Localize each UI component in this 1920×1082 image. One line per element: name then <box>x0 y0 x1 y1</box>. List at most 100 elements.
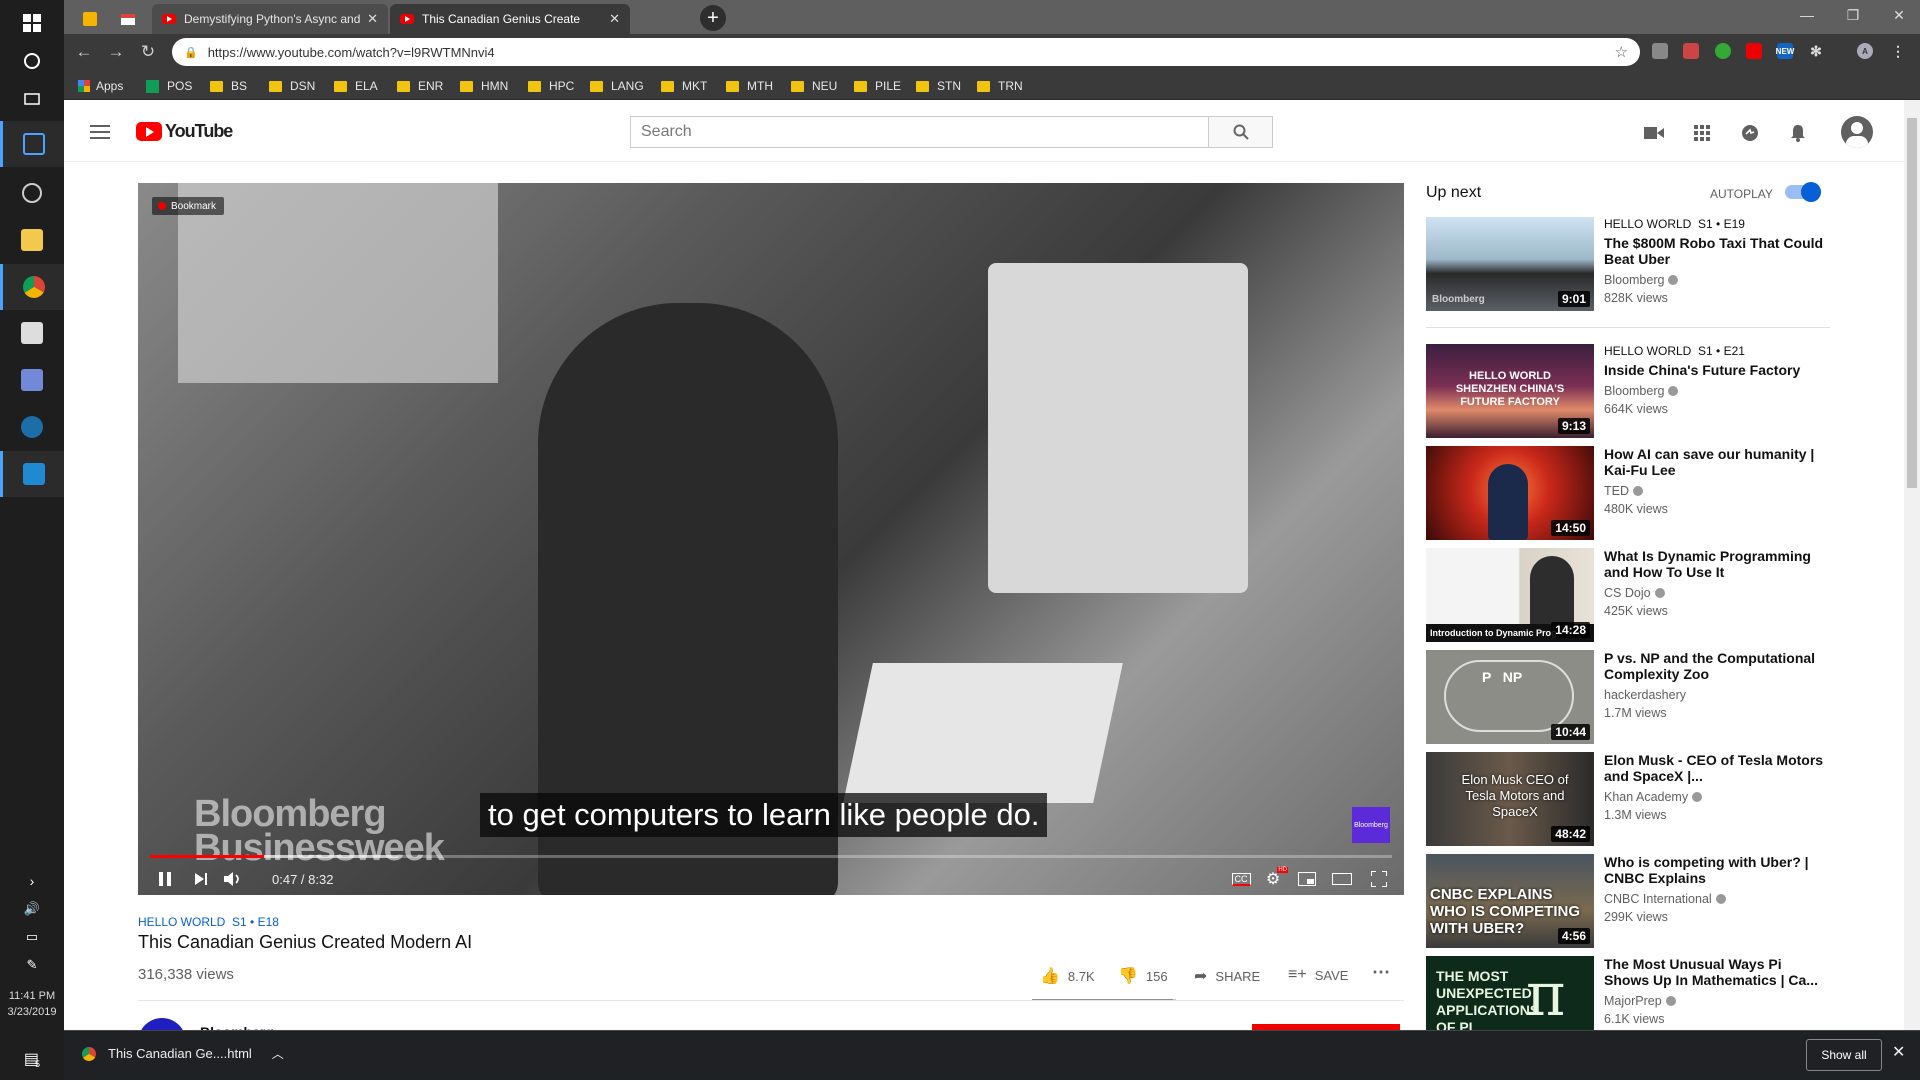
bookmark-folder[interactable]: TRN <box>977 77 1023 95</box>
bookmark-folder[interactable]: HPC <box>528 77 574 95</box>
bookmark-chip[interactable]: Bookmark <box>152 197 225 215</box>
new-tab-button[interactable]: + <box>700 5 726 31</box>
pinned-tab-keep[interactable] <box>72 4 108 34</box>
bookmark-star-icon[interactable]: ☆ <box>1615 43 1628 61</box>
fullscreen-icon[interactable] <box>1366 867 1392 891</box>
up-next-card[interactable]: Bloomberg 9:01 HELLO WORLD S1 • E19 The … <box>1426 217 1836 313</box>
bookmark-folder[interactable]: ENR <box>397 77 443 95</box>
video-series-link[interactable]: HELLO WORLD S1 • E18 <box>138 915 279 929</box>
account-avatar[interactable] <box>1841 116 1873 148</box>
up-next-card[interactable]: 14:50 How AI can save our humanity | Kai… <box>1426 446 1836 542</box>
chrome-menu-icon[interactable]: ⋮ <box>1890 43 1906 59</box>
steam-icon[interactable] <box>0 404 64 450</box>
progress-bar[interactable] <box>150 855 1392 858</box>
up-next-card[interactable]: Elon Musk CEO of Tesla Motors and SpaceX… <box>1426 752 1836 848</box>
tab-canadian-genius[interactable]: This Canadian Genius Create ✕ <box>390 4 630 34</box>
taskbar-app-discord-icon[interactable] <box>0 357 64 403</box>
theater-mode-icon[interactable] <box>1329 867 1355 891</box>
extension-new-icon[interactable]: NEW <box>1776 43 1794 59</box>
more-actions-icon[interactable]: ⋯ <box>1372 962 1390 983</box>
settings-gear-icon[interactable]: ⚙ HD <box>1260 867 1288 891</box>
bookmark-folder[interactable]: PILE <box>854 77 901 95</box>
volume-icon[interactable] <box>220 867 246 891</box>
bookmark-folder[interactable]: ELA <box>334 77 378 95</box>
video-player[interactable]: Bookmark Bloomberg Businessweek to get c… <box>138 183 1404 895</box>
system-clock[interactable]: 11:41 PM 3/23/2019 <box>0 988 64 1020</box>
extension-translate-icon[interactable] <box>1683 43 1699 59</box>
back-arrow-icon[interactable]: ← <box>72 40 96 64</box>
extension-gear-icon[interactable]: ✻ <box>1808 43 1824 59</box>
up-next-card[interactable]: HELLO WORLD SHENZHEN CHINA'S FUTURE FACT… <box>1426 344 1836 440</box>
autoplay-toggle[interactable] <box>1785 182 1821 202</box>
hamburger-menu-icon[interactable] <box>88 120 112 144</box>
bookmark-pos[interactable]: POS <box>146 77 192 95</box>
chevron-up-icon[interactable]: › <box>0 868 64 894</box>
bookmark-folder[interactable]: BS <box>210 77 247 95</box>
download-item[interactable]: This Canadian Ge....html ︿ <box>82 1045 284 1062</box>
file-explorer-icon[interactable] <box>0 217 64 263</box>
taskbar-app-editor-icon[interactable] <box>0 121 64 167</box>
bookmark-folder[interactable]: HMN <box>460 77 508 95</box>
create-video-icon[interactable] <box>1642 121 1666 145</box>
up-next-card[interactable]: P NP 10:44 P vs. NP and the Computationa… <box>1426 650 1836 746</box>
channel-watermark-logo[interactable]: Bloomberg <box>1352 807 1390 843</box>
pinned-tab-gmail[interactable] <box>110 4 146 34</box>
bookmark-folder[interactable]: NEU <box>791 77 837 95</box>
tab-python-async[interactable]: Demystifying Python's Async and ✕ <box>152 4 388 34</box>
close-tab-icon[interactable]: ✕ <box>609 11 620 27</box>
search-input[interactable]: Search <box>630 116 1209 148</box>
chrome-icon[interactable] <box>0 264 64 310</box>
dislike-button[interactable]: 👎 156 <box>1118 966 1168 986</box>
video-thumbnail[interactable]: HELLO WORLD SHENZHEN CHINA'S FUTURE FACT… <box>1426 344 1594 438</box>
network-icon[interactable]: ▭ <box>0 924 64 950</box>
extension-green-icon[interactable] <box>1715 43 1731 59</box>
page-scrollbar[interactable] <box>1904 100 1920 1030</box>
pen-icon[interactable]: ✎ <box>0 952 64 978</box>
address-bar[interactable]: 🔒 https://www.youtube.com/watch?v=l9RWTM… <box>172 38 1640 66</box>
save-button[interactable]: ≡+ SAVE <box>1288 966 1348 984</box>
volume-icon[interactable]: 🔊 <box>0 896 64 922</box>
taskbar-app-clock-icon[interactable] <box>0 170 64 216</box>
like-button[interactable]: 👍 8.7K <box>1040 966 1095 986</box>
video-thumbnail[interactable]: P NP 10:44 <box>1426 650 1594 744</box>
search-button[interactable] <box>1209 116 1273 148</box>
bookmark-folder[interactable]: MTH <box>726 77 773 95</box>
bookmark-folder[interactable]: LANG <box>590 77 644 95</box>
video-thumbnail[interactable]: CNBC EXPLAINS WHO IS COMPETING WITH UBER… <box>1426 854 1594 948</box>
profile-avatar[interactable]: A <box>1857 43 1873 59</box>
bookmark-folder[interactable]: MKT <box>661 77 707 95</box>
close-downloads-icon[interactable]: ✕ <box>1892 1042 1905 1062</box>
youtube-logo[interactable]: YouTube <box>136 121 233 142</box>
restore-icon[interactable]: ❐ <box>1830 0 1876 30</box>
reload-icon[interactable]: ↻ <box>136 40 160 64</box>
vscode-icon[interactable] <box>0 451 64 497</box>
video-thumbnail[interactable]: THE MOST UNEXPECTED APPLICATIONS OF PI π <box>1426 956 1594 1030</box>
video-thumbnail[interactable]: 14:50 <box>1426 446 1594 540</box>
forward-arrow-icon[interactable]: → <box>104 40 128 64</box>
messages-icon[interactable] <box>1738 121 1762 145</box>
bookmark-apps[interactable]: Apps <box>78 77 123 95</box>
video-thumbnail[interactable]: Elon Musk CEO of Tesla Motors and SpaceX… <box>1426 752 1594 846</box>
video-thumbnail[interactable]: Bloomberg 9:01 <box>1426 217 1594 311</box>
share-button[interactable]: ➦ SHARE <box>1194 966 1260 986</box>
show-all-downloads-button[interactable]: Show all <box>1806 1039 1882 1071</box>
scrollbar-thumb[interactable] <box>1907 118 1917 488</box>
pause-icon[interactable] <box>152 867 178 891</box>
extension-shield-icon[interactable] <box>1652 43 1668 59</box>
extension-youtube-icon[interactable] <box>1746 43 1762 59</box>
taskbar-app-notes-icon[interactable] <box>0 310 64 356</box>
up-next-card[interactable]: Introduction to Dynamic Prog 14:28 What … <box>1426 548 1836 644</box>
minimize-icon[interactable]: — <box>1784 0 1830 30</box>
task-view-icon[interactable] <box>0 76 64 122</box>
video-thumbnail[interactable]: Introduction to Dynamic Prog 14:28 <box>1426 548 1594 642</box>
next-video-icon[interactable] <box>188 867 214 891</box>
up-next-card[interactable]: THE MOST UNEXPECTED APPLICATIONS OF PI π… <box>1426 956 1836 1030</box>
bookmark-folder[interactable]: STN <box>916 77 961 95</box>
miniplayer-icon[interactable] <box>1294 867 1320 891</box>
chevron-up-icon[interactable]: ︿ <box>272 1045 284 1062</box>
notifications-bell-icon[interactable] <box>1786 121 1810 145</box>
subtitles-cc-icon[interactable]: CC <box>1228 867 1254 891</box>
apps-grid-icon[interactable] <box>1690 121 1714 145</box>
close-window-icon[interactable]: ✕ <box>1876 0 1920 30</box>
notification-center-icon[interactable]: ▤ 5 <box>0 1036 64 1082</box>
